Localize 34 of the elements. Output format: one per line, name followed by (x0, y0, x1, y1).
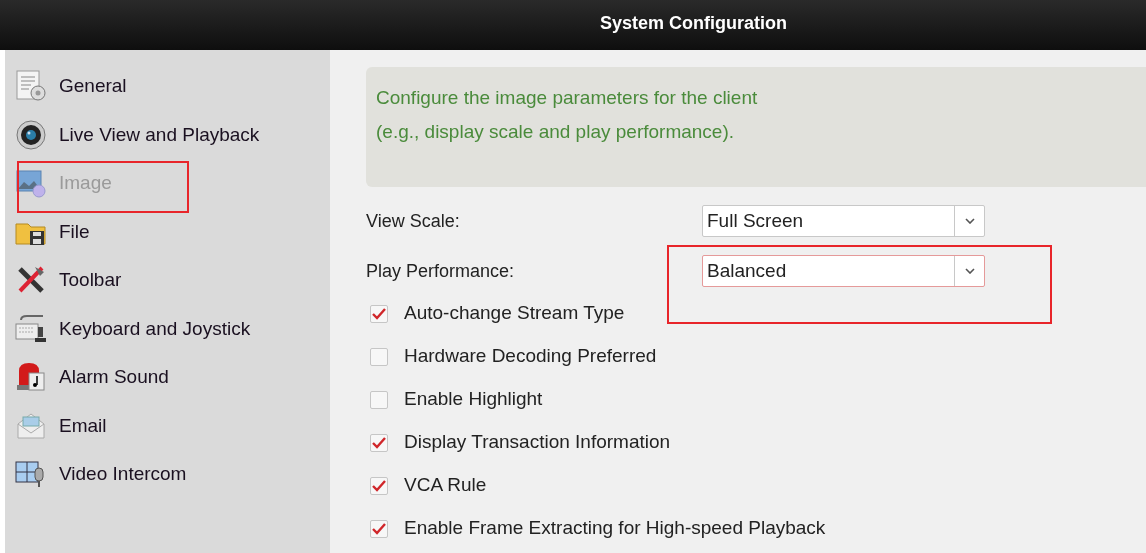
checkbox[interactable] (370, 433, 388, 452)
checkbox-label: VCA Rule (404, 473, 487, 498)
field-label: Play Performance: (366, 259, 516, 283)
caret-icon (964, 268, 975, 274)
caret-icon (964, 218, 975, 224)
info-text: Configure the image parameters for the client (376, 86, 759, 110)
sidebar-item[interactable]: Keyboard and Joystick (5, 304, 330, 353)
sidebar-item[interactable]: Toolbar (5, 256, 330, 305)
checkbox[interactable] (370, 519, 388, 538)
checkbox-label: Auto-change Stream Type (404, 301, 625, 326)
checkbox-label: Hardware Decoding Preferred (404, 344, 657, 369)
info-text: (e.g., display scale and play performance). (376, 120, 735, 144)
alarm-icon (15, 361, 47, 394)
field-label: View Scale: (366, 209, 461, 233)
window-title: System Configuration (600, 12, 787, 35)
checkbox[interactable] (370, 390, 388, 409)
sidebar-item[interactable]: Live View and Playback (5, 110, 330, 159)
checkbox-label: Display Transaction Information (404, 430, 671, 455)
checkbox[interactable] (370, 304, 388, 323)
sidebar-item[interactable]: General (5, 62, 330, 111)
checkbox-label: Enable Highlight (404, 387, 543, 412)
sidebar-item[interactable]: Alarm Sound (5, 353, 330, 402)
checkbox[interactable] (370, 476, 388, 495)
general-icon (15, 70, 47, 103)
image-icon (15, 167, 47, 200)
keyboard-icon (15, 312, 47, 345)
sidebar-item[interactable]: Email (5, 401, 330, 450)
checkbox-label: Enable Frame Extracting for High-speed Playback (404, 516, 826, 541)
sidebar-item[interactable]: Video Intercom (5, 450, 330, 499)
dropdown[interactable]: Balanced (702, 255, 985, 287)
checkbox[interactable] (370, 347, 388, 366)
sidebar-item[interactable]: File (5, 207, 330, 256)
camera-icon (15, 118, 47, 151)
dropdown[interactable]: Full Screen (702, 205, 985, 237)
